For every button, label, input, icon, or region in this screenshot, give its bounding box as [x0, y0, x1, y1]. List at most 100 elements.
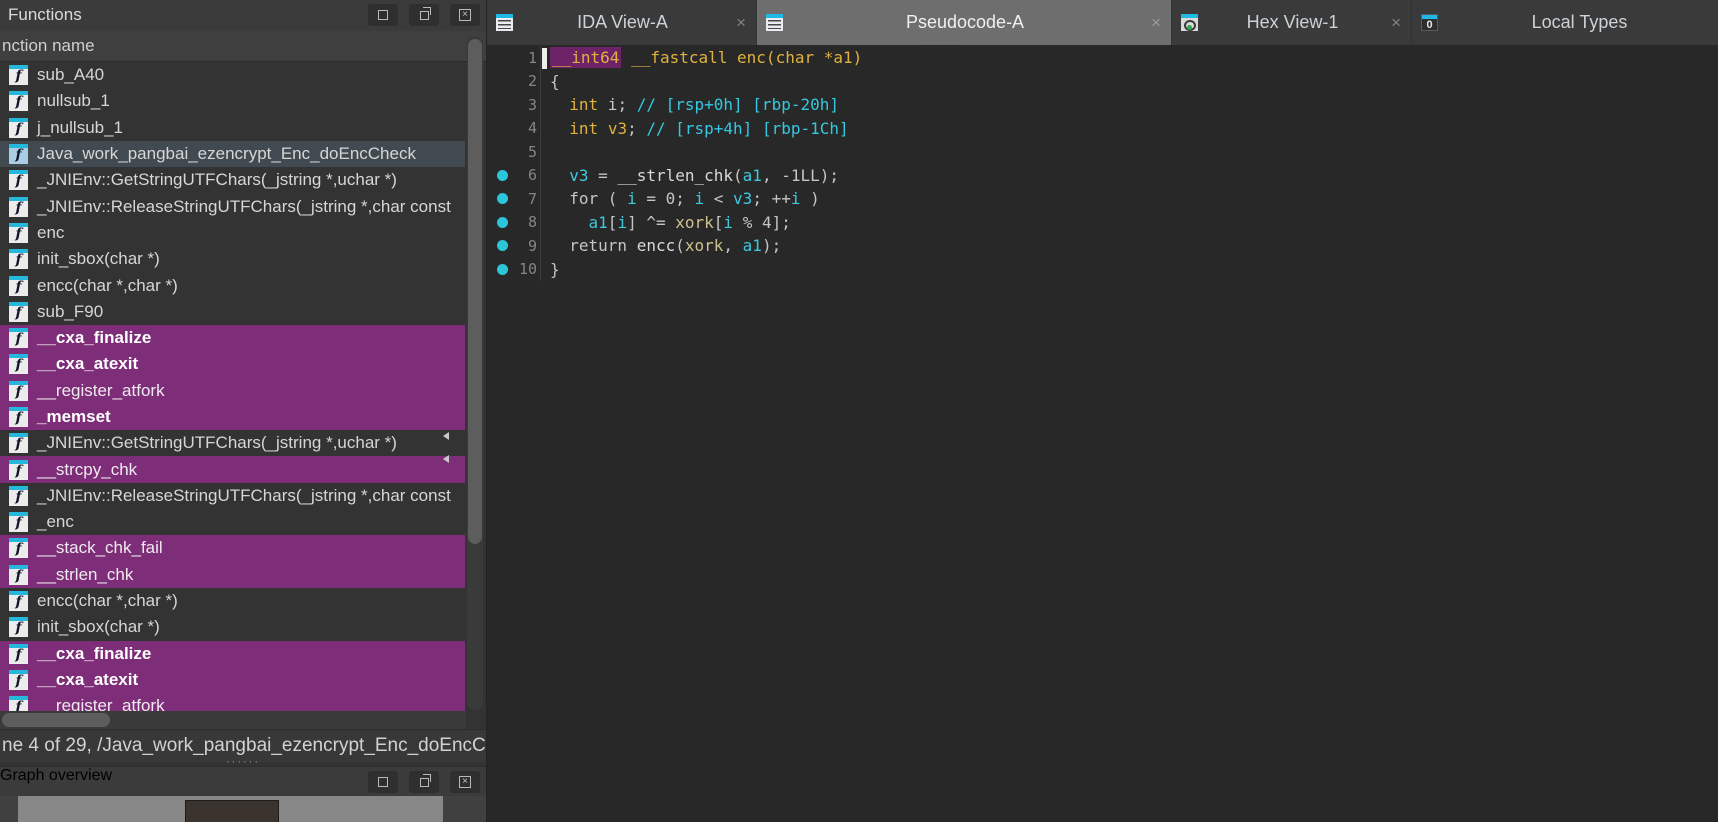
code-text: {	[540, 70, 560, 94]
breakpoint-gutter[interactable]	[497, 264, 511, 275]
function-row[interactable]: fnullsub_1	[0, 88, 465, 114]
tab-pseudocode-a[interactable]: Pseudocode-A×	[757, 0, 1172, 45]
function-icon: f	[9, 91, 28, 111]
function-row[interactable]: f__stack_chk_fail	[0, 535, 465, 561]
function-icon: f	[9, 144, 28, 164]
code-line: 4 int v3; // [rsp+4h] [rbp-1Ch]	[487, 117, 1718, 141]
close-icon	[459, 9, 471, 21]
function-row[interactable]: f__cxa_atexit	[0, 667, 465, 693]
function-name-label: sub_A40	[37, 65, 104, 85]
horizontal-scrollbar-thumb[interactable]	[2, 713, 110, 727]
function-name-label: __stack_chk_fail	[37, 538, 163, 558]
tab-bar: IDA View-A×Pseudocode-A×Hex View-1×Local…	[487, 0, 1718, 45]
panel-splitter-handle[interactable]	[0, 759, 486, 766]
function-icon: f	[9, 617, 28, 637]
function-row[interactable]: fencc(char *,char *)	[0, 272, 465, 298]
function-name-label: enc	[37, 223, 64, 243]
function-row[interactable]: f_memset	[0, 404, 465, 430]
tab-local-types[interactable]: Local Types	[1412, 0, 1718, 45]
minimize-icon	[378, 10, 388, 20]
breakpoint-dot[interactable]	[497, 240, 508, 251]
function-icon: f	[9, 644, 28, 664]
line-number: 9	[511, 237, 537, 255]
function-list-vertical-scrollbar[interactable]	[467, 36, 483, 710]
breakpoint-dot[interactable]	[497, 217, 508, 228]
function-row[interactable]: f__register_atfork	[0, 693, 465, 711]
code-line: 5	[487, 140, 1718, 164]
tab-ida-view-a[interactable]: IDA View-A×	[487, 0, 757, 45]
function-name-label: _JNIEnv::ReleaseStringUTFChars(_jstring …	[37, 197, 451, 217]
splitter-arrow-icon	[443, 455, 449, 463]
minimize-button[interactable]	[368, 771, 398, 793]
function-row[interactable]: fenc	[0, 220, 465, 246]
code-text	[540, 140, 550, 164]
function-icon: f	[9, 696, 28, 711]
function-row[interactable]: fsub_A40	[0, 62, 465, 88]
restore-button[interactable]	[409, 771, 439, 793]
function-row[interactable]: f_JNIEnv::GetStringUTFChars(_jstring *,u…	[0, 167, 465, 193]
close-button[interactable]	[450, 771, 480, 793]
graph-overview-titlebar: Graph overview	[0, 766, 486, 797]
line-number: 2	[511, 72, 537, 90]
breakpoint-dot[interactable]	[497, 264, 508, 275]
code-text: int i; // [rsp+0h] [rbp-20h]	[540, 93, 839, 117]
function-name-label: _enc	[37, 512, 74, 532]
function-row[interactable]: fj_nullsub_1	[0, 115, 465, 141]
function-name-label: _JNIEnv::ReleaseStringUTFChars(_jstring …	[37, 486, 451, 506]
breakpoint-gutter[interactable]	[497, 217, 511, 228]
function-row[interactable]: f__register_atfork	[0, 378, 465, 404]
close-button[interactable]	[450, 4, 480, 26]
tab-close-icon[interactable]: ×	[736, 13, 746, 33]
functions-titlebar: Functions	[0, 0, 486, 32]
function-row[interactable]: fencc(char *,char *)	[0, 588, 465, 614]
function-icon: f	[9, 302, 28, 322]
graph-overview-window-buttons	[368, 771, 480, 793]
line-number: 4	[511, 119, 537, 137]
minimize-button[interactable]	[368, 4, 398, 26]
code-line: 9 return encc(xork, a1);	[487, 234, 1718, 258]
function-row[interactable]: f__strcpy_chk	[0, 456, 465, 482]
breakpoint-gutter[interactable]	[497, 170, 511, 181]
function-name-label: __strcpy_chk	[37, 460, 137, 480]
function-icon: f	[9, 486, 28, 506]
function-name-column-header[interactable]: nction name	[0, 31, 486, 62]
line-number: 5	[511, 143, 537, 161]
vertical-scrollbar-thumb[interactable]	[468, 39, 482, 544]
main-view: IDA View-A×Pseudocode-A×Hex View-1×Local…	[487, 0, 1718, 822]
tab-close-icon[interactable]: ×	[1151, 13, 1161, 33]
function-name-label: __cxa_finalize	[37, 644, 151, 664]
function-name-label: __register_atfork	[37, 381, 165, 401]
function-name-label: __cxa_atexit	[37, 354, 138, 374]
function-row[interactable]: f _JNIEnv::ReleaseStringUTFChars(_jstring…	[0, 483, 465, 509]
line-number: 7	[511, 190, 537, 208]
function-row[interactable]: f __cxa_finalize	[0, 641, 465, 667]
graph-overview-view-rect[interactable]	[185, 800, 279, 822]
tab-hex-view-1[interactable]: Hex View-1×	[1172, 0, 1412, 45]
function-name-label: encc(char *,char *)	[37, 276, 178, 296]
tab-close-icon[interactable]: ×	[1391, 13, 1401, 33]
tab-label: Pseudocode-A	[783, 12, 1147, 33]
function-row[interactable]: f__strlen_chk	[0, 562, 465, 588]
function-row[interactable]: f_JNIEnv::ReleaseStringUTFChars(_jstring…	[0, 193, 465, 219]
function-name-label: __cxa_atexit	[37, 670, 138, 690]
breakpoint-dot[interactable]	[497, 193, 508, 204]
function-row[interactable]: fJava_work_pangbai_ezencrypt_Enc_doEncCh…	[0, 141, 465, 167]
function-row[interactable]: f__cxa_finalize	[0, 325, 465, 351]
function-icon: f	[9, 591, 28, 611]
ida-window: Functions nction name fsub_A40fnullsub_1…	[0, 0, 1718, 822]
function-name-label: j_nullsub_1	[37, 118, 123, 138]
function-row[interactable]: f_enc	[0, 509, 465, 535]
restore-button[interactable]	[409, 4, 439, 26]
pseudocode-view[interactable]: 1__int64 __fastcall enc(char *a1)2{3 int…	[487, 45, 1718, 822]
graph-overview-minimap[interactable]	[18, 796, 443, 822]
breakpoint-gutter[interactable]	[497, 193, 511, 204]
function-row[interactable]: fsub_F90	[0, 299, 465, 325]
function-row[interactable]: finit_sbox(char *)	[0, 246, 465, 272]
breakpoint-gutter[interactable]	[497, 240, 511, 251]
function-row[interactable]: f_JNIEnv::GetStringUTFChars(_jstring *,u…	[0, 430, 465, 456]
function-row[interactable]: finit_sbox(char *)	[0, 614, 465, 640]
function-row[interactable]: f__cxa_atexit	[0, 351, 465, 377]
function-list-horizontal-scrollbar[interactable]	[0, 711, 466, 729]
breakpoint-dot[interactable]	[497, 170, 508, 181]
code-line: 7 for ( i = 0; i < v3; ++i )	[487, 187, 1718, 211]
